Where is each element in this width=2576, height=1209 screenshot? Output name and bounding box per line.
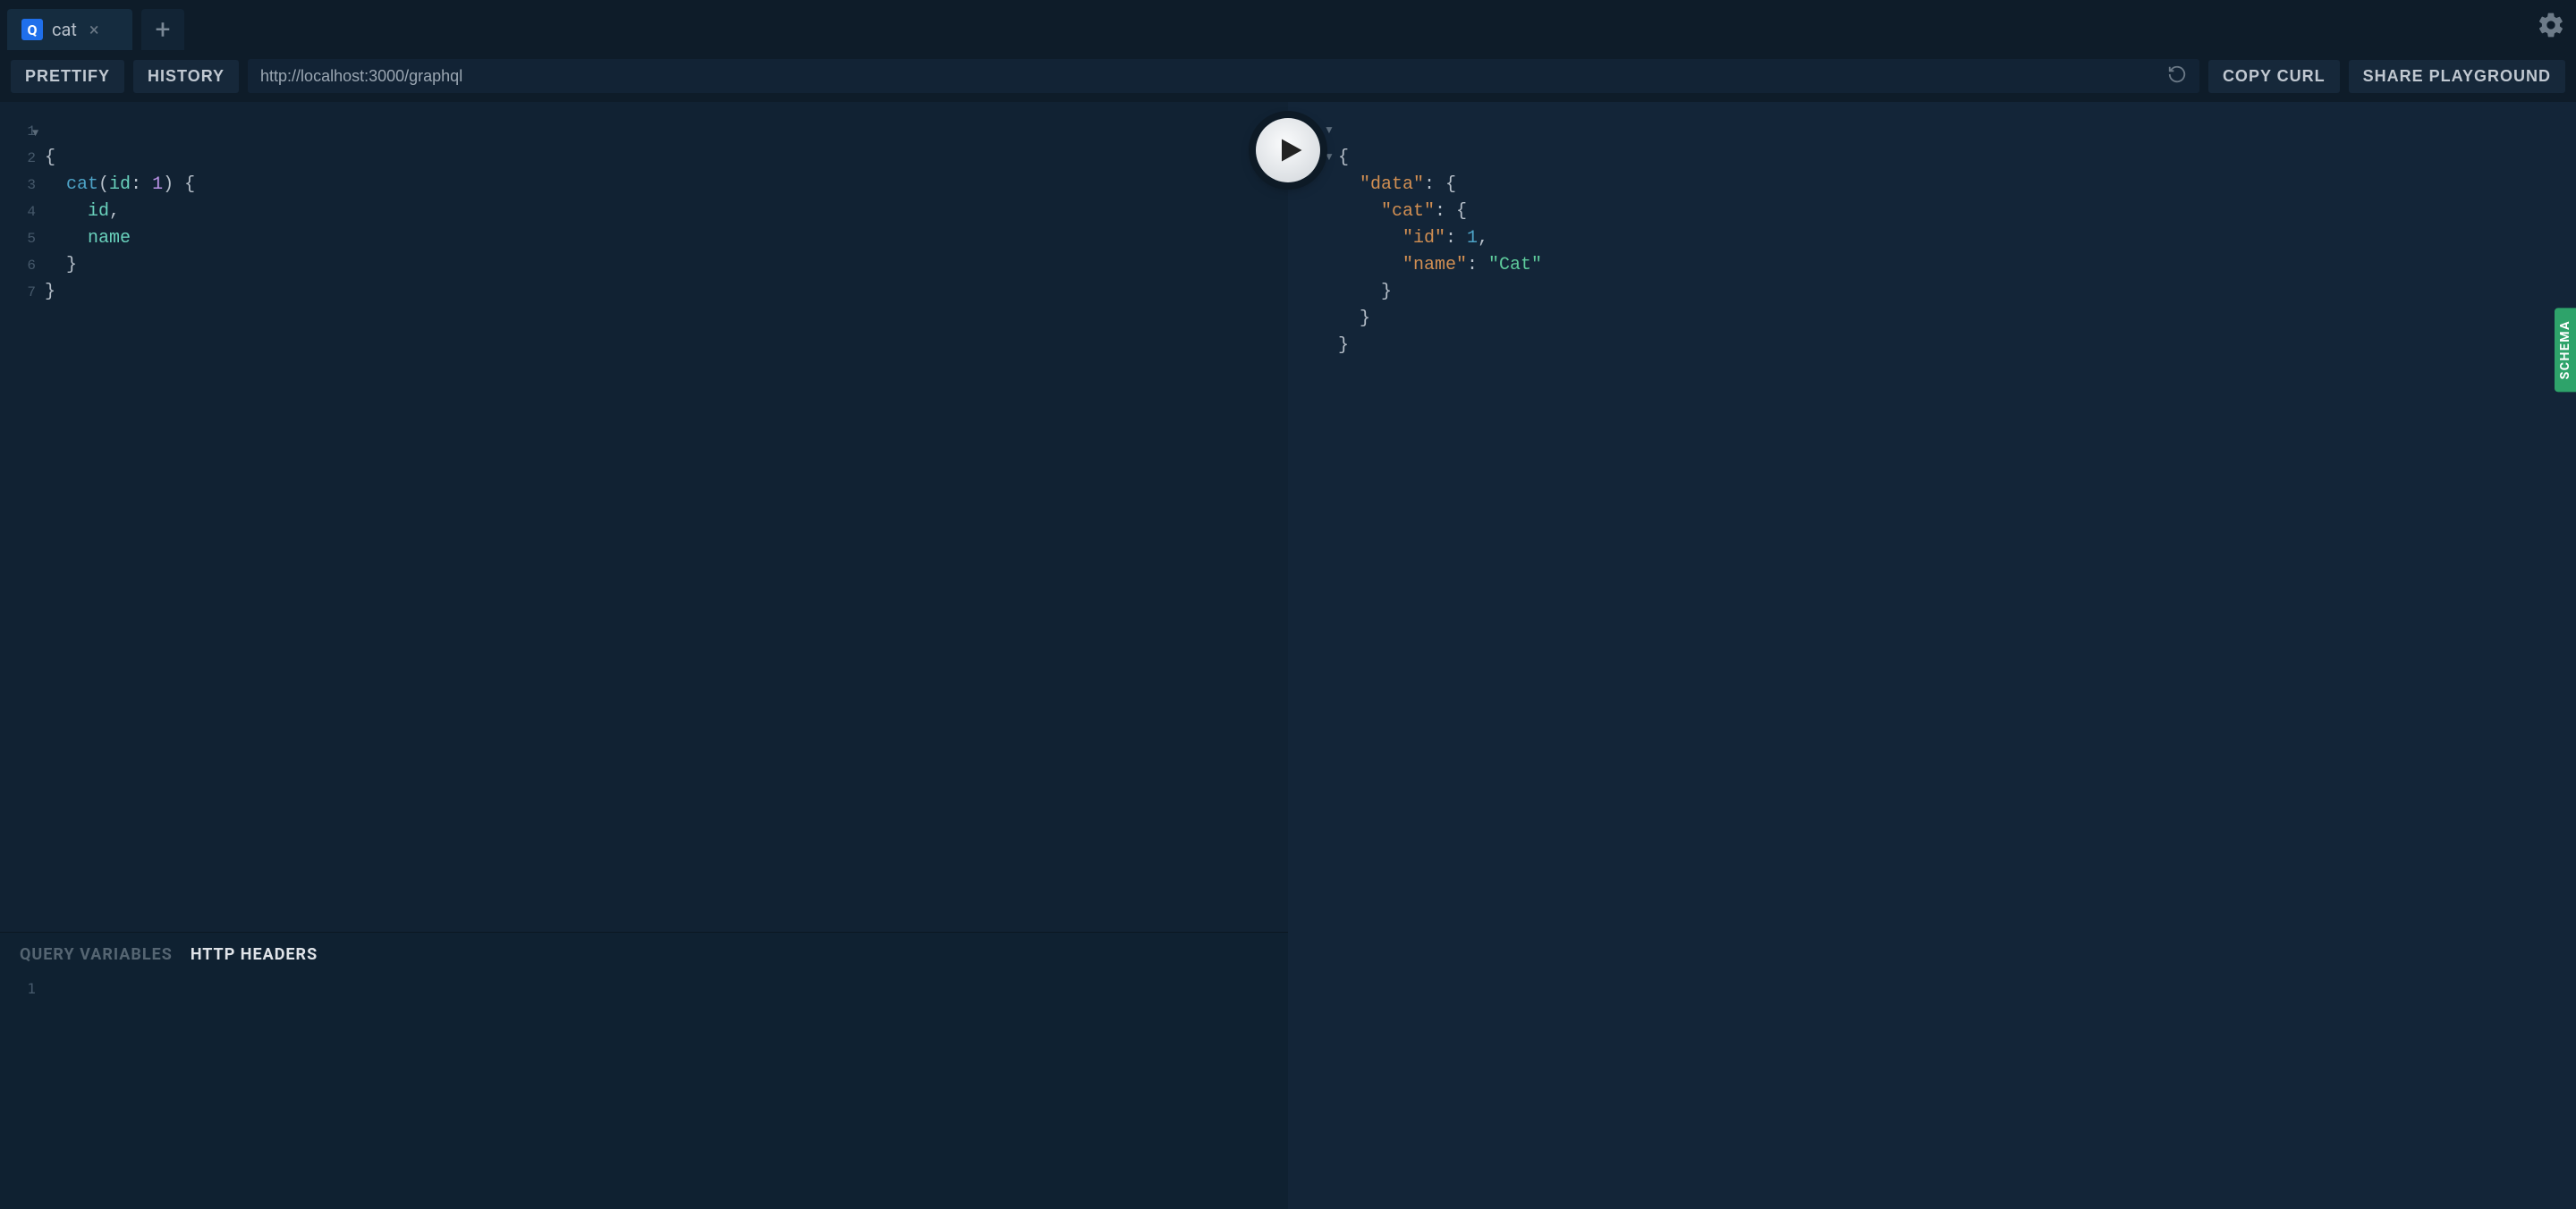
json-key: "name" [1402,255,1467,275]
schema-tab[interactable]: SCHEMA [2555,308,2576,392]
prettify-button[interactable]: PRETTIFY [11,60,124,93]
tab-cat[interactable]: Q cat × [7,9,132,50]
toolbar: PRETTIFY HISTORY COPY CURL SHARE PLAYGRO… [0,50,2576,102]
json-key: "cat" [1381,201,1435,222]
settings-button[interactable] [2537,0,2565,50]
fold-caret-icon[interactable]: ▼ [1324,123,1335,136]
tab-strip: Q cat × + [0,0,2576,50]
bottom-tabs: QUERY VARIABLES HTTP HEADERS [0,933,1288,973]
token-field-id: id [88,201,109,222]
gear-icon [2537,11,2565,39]
copy-curl-button[interactable]: COPY CURL [2208,60,2340,93]
plus-icon: + [155,14,170,46]
token-arg: id [109,174,131,195]
play-icon [1277,137,1304,164]
response-code: { "data": { "cat": { "id": 1, "name": "C… [1338,118,2576,359]
query-editor[interactable]: 1234567 ▼{ cat(id: 1) { id, name } } [0,102,1288,932]
json-num: 1 [1467,228,1478,249]
fold-caret-icon[interactable]: ▼ [1324,150,1335,163]
tab-title: cat [52,19,77,40]
tab-http-headers[interactable]: HTTP HEADERS [191,945,318,964]
json-key: "data" [1360,174,1424,195]
bottom-panel: QUERY VARIABLES HTTP HEADERS 1 [0,932,1288,1209]
new-tab-button[interactable]: + [141,9,184,50]
fold-caret-icon[interactable]: ▼ [32,120,38,147]
token-field-name: name [88,228,131,249]
execute-button[interactable] [1256,118,1320,182]
query-code[interactable]: ▼{ cat(id: 1) { id, name } } [45,118,1288,932]
response-pane: ▼ ▼ { "data": { "cat": { "id": 1, "name"… [1288,102,2576,1209]
json-string: "Cat" [1488,255,1542,275]
headers-gutter: 1 [0,980,45,1209]
tab-query-variables[interactable]: QUERY VARIABLES [20,945,173,964]
query-gutter: 1234567 [0,118,45,932]
json-key: "id" [1402,228,1445,249]
query-pane: 1234567 ▼{ cat(id: 1) { id, name } } QUE… [0,102,1288,1209]
endpoint-input[interactable] [260,67,2167,86]
headers-editor[interactable]: 1 [0,973,1288,1209]
workspace: SCHEMA 1234567 ▼{ cat(id: 1) { id, name … [0,102,2576,1209]
endpoint-bar [248,59,2199,93]
close-icon[interactable]: × [89,19,99,40]
token-field: cat [66,174,98,195]
response-editor[interactable]: { "data": { "cat": { "id": 1, "name": "C… [1288,102,2576,359]
history-button[interactable]: HISTORY [133,60,239,93]
tab-badge: Q [21,19,43,40]
share-playground-button[interactable]: SHARE PLAYGROUND [2349,60,2565,93]
token-num: 1 [152,174,163,195]
reload-icon[interactable] [2167,64,2187,88]
